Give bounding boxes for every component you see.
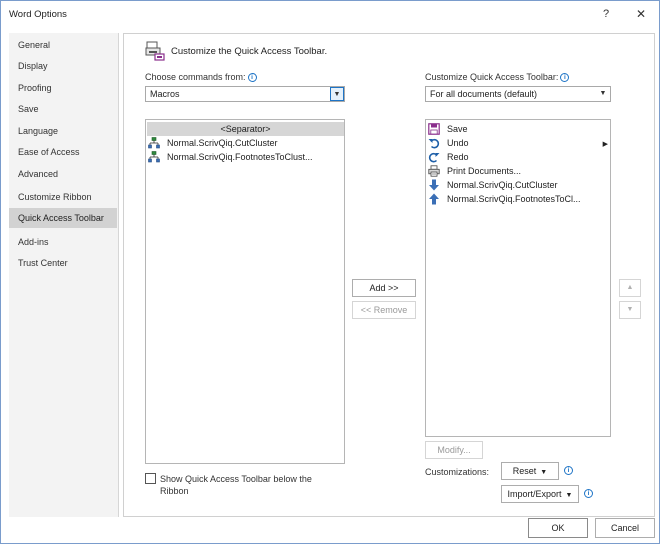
nav-item-trust-center[interactable]: Trust Center	[9, 253, 117, 273]
list-item-label: Redo	[447, 152, 469, 162]
choose-commands-label: Choose commands from: i	[145, 72, 257, 82]
page-title: Customize the Quick Access Toolbar.	[171, 46, 328, 57]
import-export-button[interactable]: Import/Export ▼	[501, 485, 579, 503]
options-nav: General Display Proofing Save Language E…	[9, 33, 119, 517]
ok-button[interactable]: OK	[528, 518, 588, 538]
choose-commands-dropdown[interactable]: Macros ▼	[145, 86, 345, 102]
undo-icon	[428, 138, 440, 149]
list-item-label: Normal.ScrivQiq.FootnotesToClust...	[167, 152, 313, 162]
info-icon: i	[247, 73, 257, 82]
nav-item-proofing[interactable]: Proofing	[9, 78, 117, 98]
caret-down-icon: ▼	[540, 469, 548, 476]
customize-toolbar-dropdown[interactable]: For all documents (default) ▼	[425, 86, 611, 102]
show-below-ribbon-checkbox[interactable]	[145, 473, 156, 484]
list-item[interactable]: Redo	[427, 150, 610, 164]
nav-item-customize-ribbon[interactable]: Customize Ribbon	[9, 187, 117, 207]
nav-item-language[interactable]: Language	[9, 121, 117, 141]
chevron-down-icon[interactable]: ▼	[330, 87, 344, 101]
customize-toolbar-label-text: Customize Quick Access Toolbar:	[425, 72, 559, 82]
nav-item-general[interactable]: General	[9, 35, 117, 55]
help-button[interactable]: ?	[597, 5, 615, 23]
cancel-button[interactable]: Cancel	[595, 518, 655, 538]
arrow-up-icon	[429, 193, 439, 205]
list-item[interactable]: Print Documents...	[427, 164, 610, 178]
list-item-label: Undo	[447, 138, 469, 148]
quick-access-toolbar-icon	[145, 41, 165, 61]
choose-commands-value: Macros	[150, 89, 180, 99]
list-item-label: <Separator>	[220, 124, 271, 134]
customizations-label: Customizations:	[425, 467, 490, 477]
list-item-label: Normal.ScrivQiq.CutCluster	[447, 180, 558, 190]
triangle-down-icon: ▼	[626, 306, 634, 313]
customize-toolbar-label: Customize Quick Access Toolbar: i	[425, 72, 570, 82]
nav-item-advanced[interactable]: Advanced	[9, 164, 117, 184]
list-item[interactable]: Undo ▶	[427, 136, 610, 150]
reset-button-label: Reset	[512, 466, 537, 476]
print-icon	[428, 165, 440, 177]
modify-button[interactable]: Modify...	[425, 441, 483, 459]
title-bar: Word Options ? ✕	[1, 1, 659, 29]
close-button[interactable]: ✕	[631, 5, 651, 23]
commands-listbox[interactable]: <Separator> Normal.ScrivQiq.CutCluster N…	[145, 119, 345, 464]
reset-button[interactable]: Reset ▼	[501, 462, 559, 480]
list-item[interactable]: Normal.ScrivQiq.FootnotesToClust...	[147, 150, 344, 164]
nav-item-ease-of-access[interactable]: Ease of Access	[9, 142, 117, 162]
remove-button[interactable]: << Remove	[352, 301, 416, 319]
nav-item-save[interactable]: Save	[9, 99, 117, 119]
arrow-down-icon	[429, 179, 439, 191]
dialog-title: Word Options	[9, 9, 67, 20]
list-item[interactable]: Normal.ScrivQiq.CutCluster	[147, 136, 344, 150]
triangle-up-icon: ▲	[626, 284, 634, 291]
caret-down-icon: ▼	[565, 492, 573, 499]
list-item[interactable]: Save	[427, 122, 610, 136]
move-up-button[interactable]: ▲	[619, 279, 641, 297]
list-item[interactable]: Normal.ScrivQiq.FootnotesToCl...	[427, 192, 610, 206]
info-icon: i	[584, 489, 593, 498]
nav-item-quick-access-toolbar[interactable]: Quick Access Toolbar	[9, 208, 117, 228]
customize-toolbar-value: For all documents (default)	[430, 89, 538, 99]
toolbar-items-listbox[interactable]: Save Undo ▶ Redo Print Documents... Norm…	[425, 119, 611, 437]
list-item-label: Normal.ScrivQiq.FootnotesToCl...	[447, 194, 581, 204]
info-icon: i	[564, 466, 573, 475]
nav-item-display[interactable]: Display	[9, 56, 117, 76]
list-item-label: Normal.ScrivQiq.CutCluster	[167, 138, 278, 148]
list-item-label: Print Documents...	[447, 166, 522, 176]
redo-icon	[428, 152, 440, 163]
list-item-separator[interactable]: <Separator>	[147, 122, 344, 136]
move-down-button[interactable]: ▼	[619, 301, 641, 319]
show-below-ribbon-label: Show Quick Access Toolbar below the Ribb…	[160, 474, 312, 496]
macro-icon	[148, 151, 160, 163]
info-icon: i	[560, 73, 570, 82]
save-icon	[428, 123, 440, 135]
list-item[interactable]: Normal.ScrivQiq.CutCluster	[427, 178, 610, 192]
chevron-down-icon[interactable]: ▼	[596, 87, 610, 101]
add-button[interactable]: Add >>	[352, 279, 416, 297]
list-item-label: Save	[447, 124, 468, 134]
macro-icon	[148, 137, 160, 149]
nav-item-add-ins[interactable]: Add-ins	[9, 232, 117, 252]
word-options-dialog: Word Options ? ✕ General Display Proofin…	[0, 0, 660, 544]
import-export-button-label: Import/Export	[507, 489, 562, 499]
choose-commands-label-text: Choose commands from:	[145, 72, 246, 82]
